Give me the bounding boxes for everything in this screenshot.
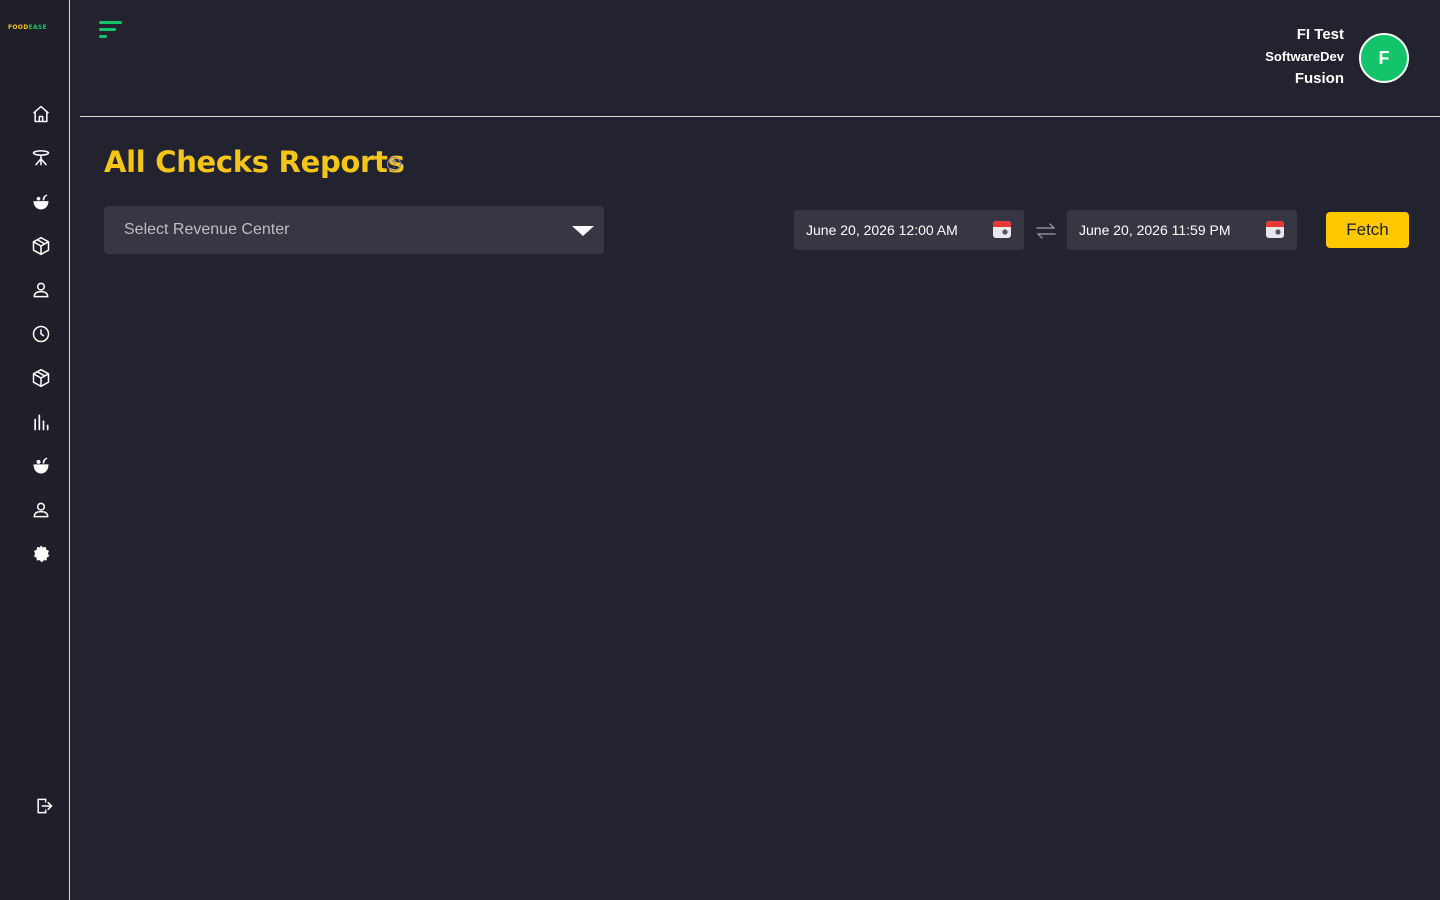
- sidebar-item-customers[interactable]: [30, 499, 52, 521]
- food-bowl-filled-icon: [33, 457, 49, 474]
- user-icon: [33, 502, 49, 518]
- sidebar-item-tables[interactable]: [30, 147, 52, 169]
- sidebar-item-menu[interactable]: [30, 191, 52, 213]
- calendar-icon[interactable]: [992, 219, 1012, 239]
- hamburger-menu-icon: [99, 21, 122, 38]
- end-date-value: June 20, 2026 11:59 PM: [1079, 222, 1231, 238]
- swap-arrows-icon: [1036, 223, 1056, 239]
- sidebar-item-inventory[interactable]: [30, 235, 52, 257]
- menu-toggle-button[interactable]: [97, 20, 125, 42]
- home-icon: [33, 105, 49, 123]
- user-icon: [33, 282, 49, 298]
- start-date-field[interactable]: June 20, 2026 12:00 AM: [794, 210, 1024, 250]
- end-date-field[interactable]: June 20, 2026 11:59 PM: [1067, 210, 1297, 250]
- start-date-value: June 20, 2026 12:00 AM: [806, 222, 958, 238]
- sidebar-item-reports[interactable]: [30, 411, 52, 433]
- sidebar-item-products[interactable]: [30, 367, 52, 389]
- header-divider: [80, 116, 1440, 117]
- user-info: FI Test SoftwareDev Fusion: [1265, 24, 1344, 90]
- food-bowl-icon: [33, 194, 49, 210]
- calendar-icon[interactable]: [1265, 219, 1285, 239]
- package-icon: [32, 368, 50, 388]
- bar-chart-icon: [34, 414, 49, 431]
- logo-text-food: FOOD: [8, 24, 29, 31]
- dining-table-icon: [32, 150, 50, 166]
- sidebar-item-settings[interactable]: [30, 543, 52, 565]
- page-title: All Checks Reports: [104, 145, 405, 179]
- logout-icon: [37, 798, 53, 814]
- fetch-button[interactable]: Fetch: [1326, 212, 1409, 248]
- sidebar-item-staff[interactable]: [30, 279, 52, 301]
- help-icon: [386, 156, 402, 172]
- revenue-center-placeholder: Select Revenue Center: [124, 221, 290, 238]
- help-button[interactable]: [386, 156, 402, 172]
- clock-icon: [32, 325, 50, 343]
- sidebar-item-menu-active[interactable]: [30, 455, 52, 477]
- logout-button[interactable]: [33, 795, 55, 817]
- brand-logo[interactable]: FOODEASE: [8, 23, 60, 33]
- user-role: SoftwareDev: [1265, 49, 1344, 64]
- box-icon: [32, 236, 50, 256]
- sidebar: FOODEASE: [0, 0, 70, 900]
- user-name: FI Test: [1296, 26, 1344, 43]
- revenue-center-select[interactable]: Select Revenue Center: [104, 206, 604, 254]
- user-org: Fusion: [1294, 70, 1344, 87]
- sidebar-item-home[interactable]: [30, 103, 52, 125]
- chevron-down-icon: [572, 226, 594, 236]
- avatar[interactable]: F: [1359, 33, 1409, 83]
- logo-text-ease: EASE: [28, 24, 47, 31]
- sidebar-item-schedule[interactable]: [30, 323, 52, 345]
- settings-gear-icon: [33, 545, 50, 563]
